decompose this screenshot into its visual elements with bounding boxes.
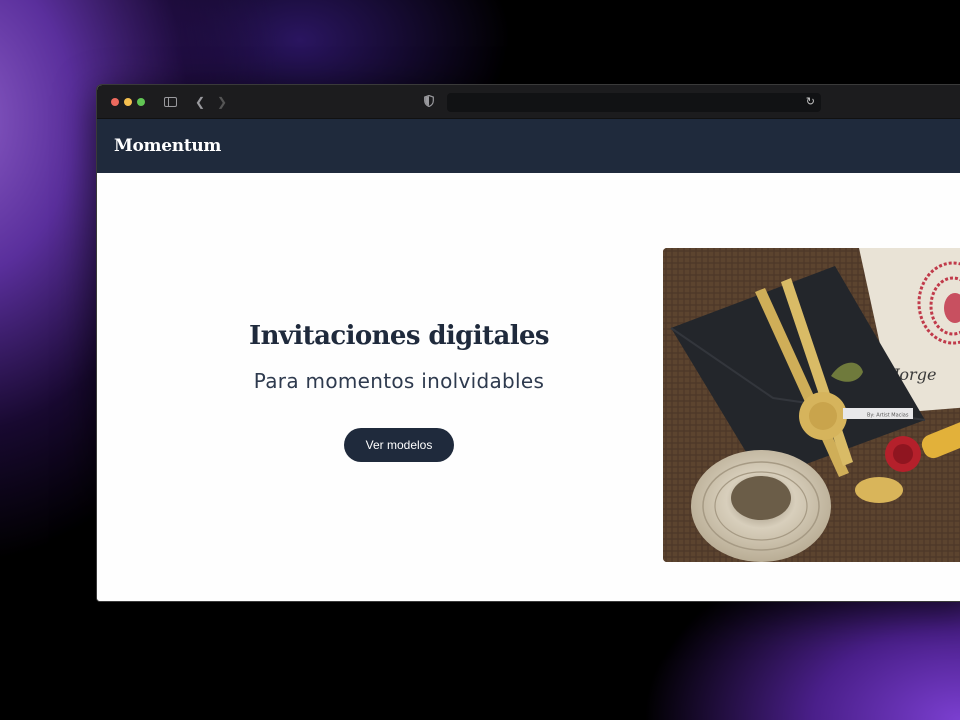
reload-icon[interactable]: ↻ xyxy=(806,95,815,110)
twine-ball xyxy=(691,450,831,562)
view-models-button[interactable]: Ver modelos xyxy=(343,428,455,462)
sidebar-toggle-icon[interactable] xyxy=(164,97,177,107)
address-bar[interactable]: ↻ xyxy=(447,93,821,112)
invitation-illustration: Jorge By: Artist Macias xyxy=(663,248,960,562)
close-window-button[interactable] xyxy=(111,98,119,106)
browser-window: ❮ ❯ ↻ Momentum Invitaciones digitales Pa… xyxy=(96,84,960,602)
browser-titlebar: ❮ ❯ ↻ xyxy=(97,85,960,119)
hero-title: Invitaciones digitales xyxy=(249,321,550,351)
zoom-window-button[interactable] xyxy=(137,98,145,106)
hero-subtitle: Para momentos inolvidables xyxy=(253,369,545,393)
hero-text-block: Invitaciones digitales Para momentos ino… xyxy=(197,321,601,462)
svg-text:By: Artist Macias: By: Artist Macias xyxy=(867,413,909,419)
wedding-invitation-photo: Jorge By: Artist Macias xyxy=(663,248,960,562)
site-header: Momentum xyxy=(97,119,960,173)
minimize-window-button[interactable] xyxy=(124,98,132,106)
chevron-right-icon[interactable]: ❯ xyxy=(217,94,227,110)
hero-section: Invitaciones digitales Para momentos ino… xyxy=(97,173,960,601)
site-logo[interactable]: Momentum xyxy=(114,136,221,156)
shield-icon[interactable] xyxy=(424,95,434,107)
chevron-left-icon[interactable]: ❮ xyxy=(195,94,205,110)
